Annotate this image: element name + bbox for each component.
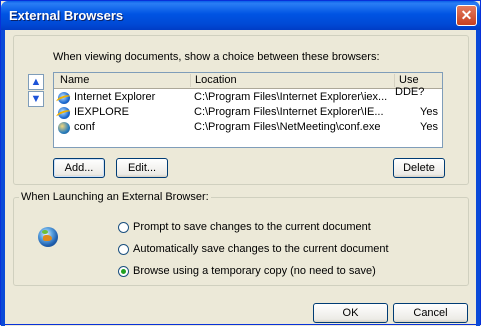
browser-list[interactable]: Name Location Use DDE? Internet Explorer… [53, 72, 443, 148]
intro-text: When viewing documents, show a choice be… [53, 51, 380, 63]
row-name: IEXPLORE [74, 106, 130, 118]
list-header: Name Location Use DDE? [54, 73, 442, 98]
column-header-name[interactable]: Name [54, 74, 191, 87]
title-bar[interactable]: External Browsers ✕ [1, 1, 480, 30]
row-location: C:\Program Files\Internet Explorer\IE... [194, 106, 384, 118]
row-dde: Yes [420, 106, 438, 118]
radio-label-temporary-copy[interactable]: Browse using a temporary copy (no need t… [133, 265, 376, 277]
row-location: C:\Program Files\Internet Explorer\iex..… [194, 91, 388, 103]
column-header-location[interactable]: Location [191, 74, 395, 87]
row-name: Internet Explorer [74, 91, 156, 103]
netmeeting-icon [58, 122, 70, 134]
arrow-up-icon: ▲ [30, 76, 42, 88]
window-border-left [1, 30, 5, 326]
move-down-button[interactable]: ▼ [28, 91, 44, 107]
list-item[interactable]: Internet Explorer C:\Program Files\Inter… [54, 91, 442, 106]
internet-explorer-icon [58, 107, 70, 119]
radio-temporary-copy[interactable] [118, 266, 129, 277]
column-header-dde[interactable]: Use DDE? [395, 74, 441, 98]
move-up-button[interactable]: ▲ [28, 74, 44, 90]
close-button[interactable]: ✕ [456, 5, 477, 26]
radio-label-prompt-save[interactable]: Prompt to save changes to the current do… [133, 221, 371, 233]
list-item[interactable]: IEXPLORE C:\Program Files\Internet Explo… [54, 106, 442, 121]
cancel-button[interactable]: Cancel [393, 303, 468, 323]
window-border-right [476, 30, 480, 326]
row-location: C:\Program Files\NetMeeting\conf.exe [194, 121, 381, 133]
ok-button[interactable]: OK [313, 303, 388, 323]
edit-button[interactable]: Edit... [116, 158, 168, 178]
row-dde: Yes [420, 121, 438, 133]
external-browsers-dialog: External Browsers ✕ When viewing documen… [0, 0, 481, 326]
add-button[interactable]: Add... [53, 158, 105, 178]
list-item[interactable]: conf C:\Program Files\NetMeeting\conf.ex… [54, 121, 442, 136]
row-name: conf [74, 121, 95, 133]
launch-options-legend: When Launching an External Browser: [19, 191, 211, 203]
internet-explorer-icon [58, 92, 70, 104]
delete-button[interactable]: Delete [393, 158, 445, 178]
radio-prompt-save[interactable] [118, 222, 129, 233]
globe-icon [38, 227, 58, 247]
arrow-down-icon: ▼ [30, 93, 42, 105]
dialog-title: External Browsers [9, 8, 124, 23]
radio-label-auto-save[interactable]: Automatically save changes to the curren… [133, 243, 389, 255]
radio-auto-save[interactable] [118, 244, 129, 255]
